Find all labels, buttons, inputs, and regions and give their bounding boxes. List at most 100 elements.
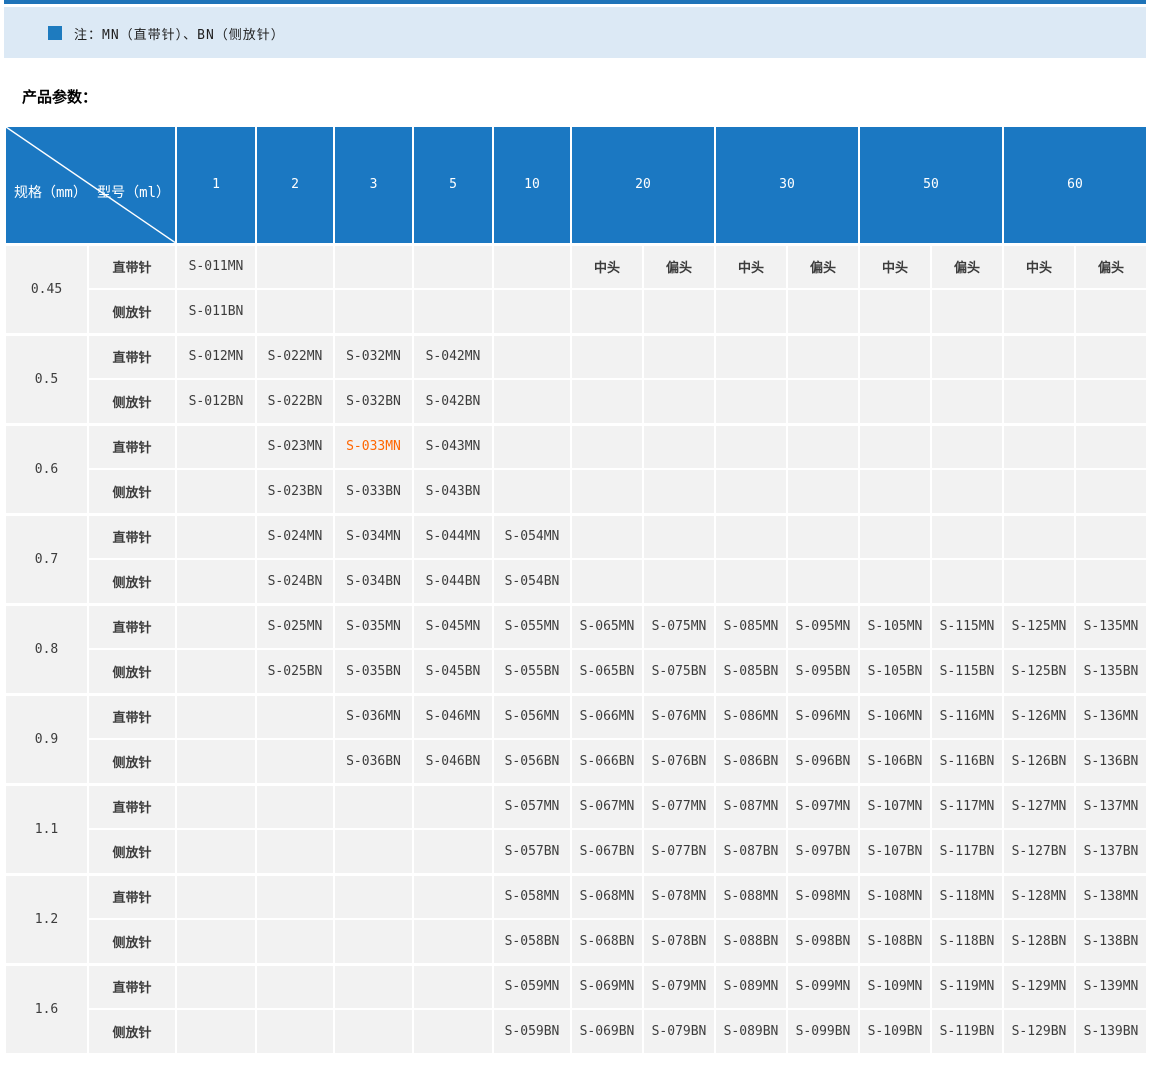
model-cell[interactable]: S-045BN — [413, 649, 493, 694]
model-cell[interactable]: S-054BN — [493, 559, 571, 604]
model-cell[interactable]: S-025MN — [256, 604, 334, 649]
model-cell[interactable]: S-046MN — [413, 694, 493, 739]
model-cell[interactable]: S-011BN — [176, 289, 256, 334]
model-cell[interactable]: S-119BN — [931, 1009, 1003, 1054]
model-cell[interactable]: S-108BN — [859, 919, 931, 964]
model-cell[interactable]: S-023MN — [256, 424, 334, 469]
model-cell[interactable]: S-115MN — [931, 604, 1003, 649]
model-cell[interactable]: S-012MN — [176, 334, 256, 379]
model-cell[interactable]: S-046BN — [413, 739, 493, 784]
model-cell[interactable]: S-106BN — [859, 739, 931, 784]
model-cell[interactable]: S-135MN — [1075, 604, 1147, 649]
model-cell[interactable]: S-023BN — [256, 469, 334, 514]
model-cell[interactable]: S-138BN — [1075, 919, 1147, 964]
model-cell[interactable]: S-035MN — [334, 604, 413, 649]
model-cell[interactable]: S-077BN — [643, 829, 715, 874]
model-cell[interactable]: S-139MN — [1075, 964, 1147, 1009]
model-cell-highlighted[interactable]: S-033MN — [334, 424, 413, 469]
model-cell[interactable]: S-129MN — [1003, 964, 1075, 1009]
model-cell[interactable]: S-044BN — [413, 559, 493, 604]
model-cell[interactable]: S-096MN — [787, 694, 859, 739]
model-cell[interactable]: S-109BN — [859, 1009, 931, 1054]
model-cell[interactable]: S-032MN — [334, 334, 413, 379]
model-cell[interactable]: S-116MN — [931, 694, 1003, 739]
model-cell[interactable]: S-078MN — [643, 874, 715, 919]
model-cell[interactable]: S-079MN — [643, 964, 715, 1009]
model-cell[interactable]: S-065BN — [571, 649, 643, 694]
model-cell[interactable]: S-066MN — [571, 694, 643, 739]
model-cell[interactable]: S-105MN — [859, 604, 931, 649]
model-cell[interactable]: S-137BN — [1075, 829, 1147, 874]
model-cell[interactable]: S-035BN — [334, 649, 413, 694]
model-cell[interactable]: S-065MN — [571, 604, 643, 649]
model-cell[interactable]: S-128MN — [1003, 874, 1075, 919]
model-cell[interactable]: S-036MN — [334, 694, 413, 739]
model-cell[interactable]: S-129BN — [1003, 1009, 1075, 1054]
model-cell[interactable]: S-089MN — [715, 964, 787, 1009]
model-cell[interactable]: S-126MN — [1003, 694, 1075, 739]
model-cell[interactable]: S-106MN — [859, 694, 931, 739]
model-cell[interactable]: S-136MN — [1075, 694, 1147, 739]
model-cell[interactable]: S-127BN — [1003, 829, 1075, 874]
model-cell[interactable]: S-097BN — [787, 829, 859, 874]
model-cell[interactable]: S-067MN — [571, 784, 643, 829]
model-cell[interactable]: S-095MN — [787, 604, 859, 649]
model-cell[interactable]: S-086BN — [715, 739, 787, 784]
model-cell[interactable]: S-085MN — [715, 604, 787, 649]
model-cell[interactable]: S-068BN — [571, 919, 643, 964]
model-cell[interactable]: S-069BN — [571, 1009, 643, 1054]
model-cell[interactable]: S-096BN — [787, 739, 859, 784]
model-cell[interactable]: S-107BN — [859, 829, 931, 874]
model-cell[interactable]: S-045MN — [413, 604, 493, 649]
model-cell[interactable]: S-067BN — [571, 829, 643, 874]
model-cell[interactable]: S-024BN — [256, 559, 334, 604]
model-cell[interactable]: S-059BN — [493, 1009, 571, 1054]
model-cell[interactable]: S-128BN — [1003, 919, 1075, 964]
model-cell[interactable]: S-025BN — [256, 649, 334, 694]
model-cell[interactable]: S-087BN — [715, 829, 787, 874]
model-cell[interactable]: S-058BN — [493, 919, 571, 964]
model-cell[interactable]: S-022MN — [256, 334, 334, 379]
model-cell[interactable]: S-068MN — [571, 874, 643, 919]
model-cell[interactable]: S-125BN — [1003, 649, 1075, 694]
model-cell[interactable]: S-119MN — [931, 964, 1003, 1009]
model-cell[interactable]: S-079BN — [643, 1009, 715, 1054]
model-cell[interactable]: S-085BN — [715, 649, 787, 694]
model-cell[interactable]: S-127MN — [1003, 784, 1075, 829]
model-cell[interactable]: S-043BN — [413, 469, 493, 514]
model-cell[interactable]: S-105BN — [859, 649, 931, 694]
model-cell[interactable]: S-044MN — [413, 514, 493, 559]
model-cell[interactable]: S-042MN — [413, 334, 493, 379]
model-cell[interactable]: S-033BN — [334, 469, 413, 514]
model-cell[interactable]: S-055BN — [493, 649, 571, 694]
model-cell[interactable]: S-095BN — [787, 649, 859, 694]
model-cell[interactable]: S-059MN — [493, 964, 571, 1009]
model-cell[interactable]: S-116BN — [931, 739, 1003, 784]
model-cell[interactable]: S-135BN — [1075, 649, 1147, 694]
model-cell[interactable]: S-139BN — [1075, 1009, 1147, 1054]
model-cell[interactable]: S-076BN — [643, 739, 715, 784]
model-cell[interactable]: S-022BN — [256, 379, 334, 424]
model-cell[interactable]: S-055MN — [493, 604, 571, 649]
model-cell[interactable]: S-088MN — [715, 874, 787, 919]
model-cell[interactable]: S-034MN — [334, 514, 413, 559]
model-cell[interactable]: S-056BN — [493, 739, 571, 784]
model-cell[interactable]: S-011MN — [176, 244, 256, 289]
model-cell[interactable]: S-054MN — [493, 514, 571, 559]
model-cell[interactable]: S-086MN — [715, 694, 787, 739]
model-cell[interactable]: S-098MN — [787, 874, 859, 919]
model-cell[interactable]: S-117BN — [931, 829, 1003, 874]
model-cell[interactable]: S-137MN — [1075, 784, 1147, 829]
model-cell[interactable]: S-034BN — [334, 559, 413, 604]
model-cell[interactable]: S-075MN — [643, 604, 715, 649]
model-cell[interactable]: S-138MN — [1075, 874, 1147, 919]
model-cell[interactable]: S-024MN — [256, 514, 334, 559]
model-cell[interactable]: S-057MN — [493, 784, 571, 829]
model-cell[interactable]: S-036BN — [334, 739, 413, 784]
model-cell[interactable]: S-043MN — [413, 424, 493, 469]
model-cell[interactable]: S-076MN — [643, 694, 715, 739]
model-cell[interactable]: S-118BN — [931, 919, 1003, 964]
model-cell[interactable]: S-136BN — [1075, 739, 1147, 784]
model-cell[interactable]: S-042BN — [413, 379, 493, 424]
model-cell[interactable]: S-115BN — [931, 649, 1003, 694]
